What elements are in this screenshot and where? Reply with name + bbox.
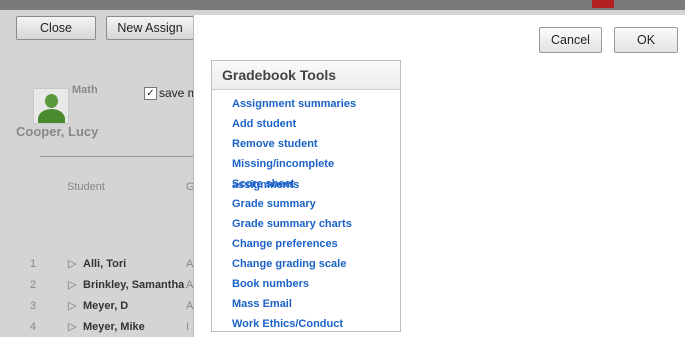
table-row[interactable]: 4 ▷ Meyer, Mike I xyxy=(0,317,195,337)
row-student-name: Meyer, Mike xyxy=(83,321,145,333)
gradebook-tools-dialog: Cancel OK Gradebook Tools Assignment sum… xyxy=(193,15,685,337)
column-header-student: Student xyxy=(67,181,105,193)
row-number: 3 xyxy=(30,300,37,312)
tool-link-grade-summary-charts[interactable]: Grade summary charts xyxy=(232,218,352,230)
cancel-button[interactable]: Cancel xyxy=(539,27,602,53)
tool-link-change-preferences[interactable]: Change preferences xyxy=(232,238,338,250)
row-student-name: Meyer, D xyxy=(83,300,129,312)
student-name: Cooper, Lucy xyxy=(16,124,99,139)
new-assignment-button[interactable]: New Assign xyxy=(106,16,194,40)
list-item: Work Ethics/Conduct xyxy=(212,313,400,333)
row-student-name: Brinkley, Samantha xyxy=(83,279,185,291)
tool-link-remove-student[interactable]: Remove student xyxy=(232,138,318,150)
list-item: Remove student xyxy=(212,133,400,153)
table-row[interactable]: 1 ▷ Alli, Tori A xyxy=(0,254,195,274)
list-item: Mass Email xyxy=(212,293,400,313)
list-item: Change grading scale xyxy=(212,253,400,273)
ok-button[interactable]: OK xyxy=(614,27,678,53)
gradebook-tools-panel: Gradebook Tools Assignment summaries Add… xyxy=(211,60,401,332)
list-item: Grade summary xyxy=(212,193,400,213)
tool-link-mass-email[interactable]: Mass Email xyxy=(232,298,292,310)
row-number: 1 xyxy=(30,258,37,270)
list-item: Book numbers xyxy=(212,273,400,293)
panel-title: Gradebook Tools xyxy=(212,61,400,90)
tool-link-assignment-summaries[interactable]: Assignment summaries xyxy=(232,98,356,110)
save-checkbox[interactable]: ✓ xyxy=(144,87,157,100)
expand-triangle-icon[interactable]: ▷ xyxy=(68,296,76,316)
expand-triangle-icon[interactable]: ▷ xyxy=(68,275,76,295)
red-header-mark xyxy=(592,0,614,8)
tools-list: Assignment summaries Add student Remove … xyxy=(212,90,400,333)
list-item: Assignment summaries xyxy=(212,93,400,113)
tool-link-add-student[interactable]: Add student xyxy=(232,118,296,130)
top-bar xyxy=(0,0,685,10)
expand-triangle-icon[interactable]: ▷ xyxy=(68,317,76,337)
tool-link-book-numbers[interactable]: Book numbers xyxy=(232,278,309,290)
tool-link-score-sheet[interactable]: Score sheet xyxy=(232,178,294,190)
tool-link-work-ethics-conduct[interactable]: Work Ethics/Conduct xyxy=(232,318,343,330)
list-item: Score sheet xyxy=(212,173,400,193)
close-button[interactable]: Close xyxy=(16,16,96,40)
tool-link-grade-summary[interactable]: Grade summary xyxy=(232,198,316,210)
row-student-name: Alli, Tori xyxy=(83,258,127,270)
row-grade: I xyxy=(186,321,190,333)
list-item: Grade summary charts xyxy=(212,213,400,233)
row-number: 4 xyxy=(30,321,37,333)
expand-triangle-icon[interactable]: ▷ xyxy=(68,254,76,274)
table-row[interactable]: 2 ▷ Brinkley, Samantha A xyxy=(0,275,195,295)
table-row[interactable]: 3 ▷ Meyer, D A xyxy=(0,296,195,316)
subject-label: Math xyxy=(72,84,98,96)
list-item: Add student xyxy=(212,113,400,133)
row-number: 2 xyxy=(30,279,37,291)
tool-link-change-grading-scale[interactable]: Change grading scale xyxy=(232,258,346,270)
divider xyxy=(40,156,200,157)
list-item: Change preferences xyxy=(212,233,400,253)
list-item: Missing/incomplete assignments xyxy=(212,153,400,191)
save-checkbox-label: save m xyxy=(159,86,198,100)
student-avatar xyxy=(33,88,69,124)
